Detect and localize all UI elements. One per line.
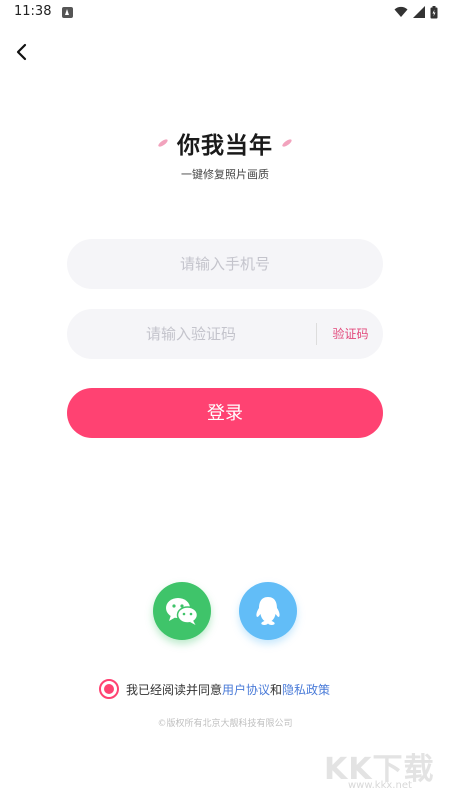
wechat-login-button[interactable]: [153, 582, 211, 640]
wifi-icon: [394, 6, 408, 17]
copyright-text: ©版权所有北京大靓科技有限公司: [157, 719, 293, 729]
status-icons: [394, 5, 438, 19]
agreement-checkbox[interactable]: [99, 679, 119, 699]
status-time: 11:38: [14, 4, 52, 19]
status-bar: 11:38: [0, 0, 450, 26]
cell-signal-icon: [413, 6, 425, 18]
code-field: 验证码: [67, 309, 383, 359]
checkbox-dot: [104, 684, 114, 694]
notification-app-icon: [62, 7, 73, 18]
user-agreement-link[interactable]: 用户协议: [222, 681, 270, 698]
chevron-left-icon: [16, 43, 27, 61]
login-button[interactable]: 登录: [67, 388, 383, 438]
feather-decor-icon: [158, 139, 168, 147]
agreement-row: 我已经阅读并同意 用户协议 和 隐私政策: [99, 678, 330, 700]
battery-icon: [430, 5, 438, 18]
wechat-icon: [166, 598, 199, 625]
back-button[interactable]: [10, 40, 34, 64]
qq-icon: [256, 597, 280, 626]
app-subtitle: 一键修复照片画质: [181, 168, 269, 181]
qq-login-button[interactable]: [239, 582, 297, 640]
get-code-button[interactable]: 验证码: [318, 309, 383, 359]
phone-field: [67, 239, 383, 289]
privacy-policy-link[interactable]: 隐私政策: [282, 681, 330, 698]
watermark: KK下载 www.kkx.net: [324, 744, 434, 796]
app-title: 你我当年: [177, 133, 273, 159]
agreement-and: 和: [270, 682, 283, 697]
watermark-url: www.kkx.net: [348, 780, 412, 791]
agreement-text: 我已经阅读并同意: [126, 682, 223, 697]
feather-decor-icon: [282, 139, 292, 147]
verification-code-input[interactable]: [67, 309, 315, 359]
brand-header: 你我当年 一键修复照片画质: [0, 126, 450, 182]
phone-input[interactable]: [67, 239, 383, 289]
divider: [316, 323, 317, 345]
